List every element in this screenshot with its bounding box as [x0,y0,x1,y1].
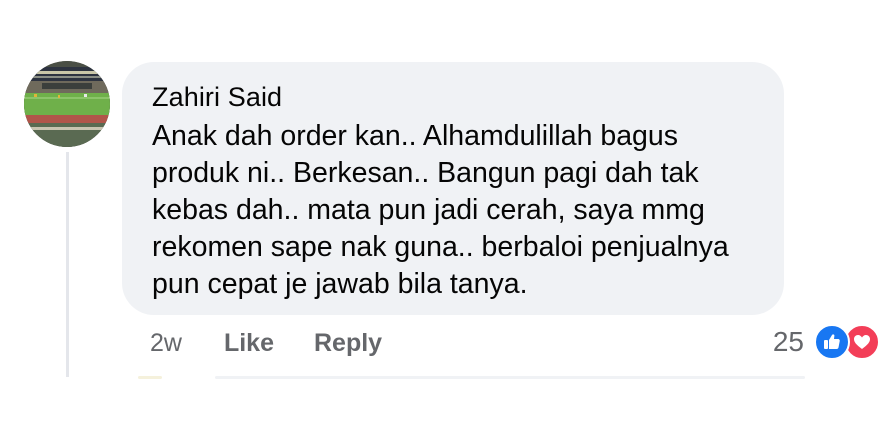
next-reply-avatar-edge [138,376,162,379]
reaction-icons [814,324,882,360]
reactions-summary[interactable]: 25 [773,324,882,360]
comment-body-text: Anak dah order kan.. Alhamdulillah bagus… [152,120,729,300]
comment-thread: Zahiri Said Anak dah order kan.. Alhamdu… [0,0,892,427]
stadium-photo-image [24,61,110,147]
comment-bubble: Zahiri Said Anak dah order kan.. Alhamdu… [122,62,784,315]
next-reply-bubble-edge [215,376,805,379]
comment-timestamp[interactable]: 2w [150,329,182,358]
comment-author-name[interactable]: Zahiri Said [152,82,282,113]
thread-connector-line [66,152,69,377]
like-button[interactable]: Like [224,329,274,358]
comment-actions-bar: 2w Like Reply [150,327,422,359]
reaction-count: 25 [772,326,804,357]
avatar[interactable] [24,61,110,147]
reply-button[interactable]: Reply [314,329,382,358]
like-reaction-icon [814,324,850,360]
